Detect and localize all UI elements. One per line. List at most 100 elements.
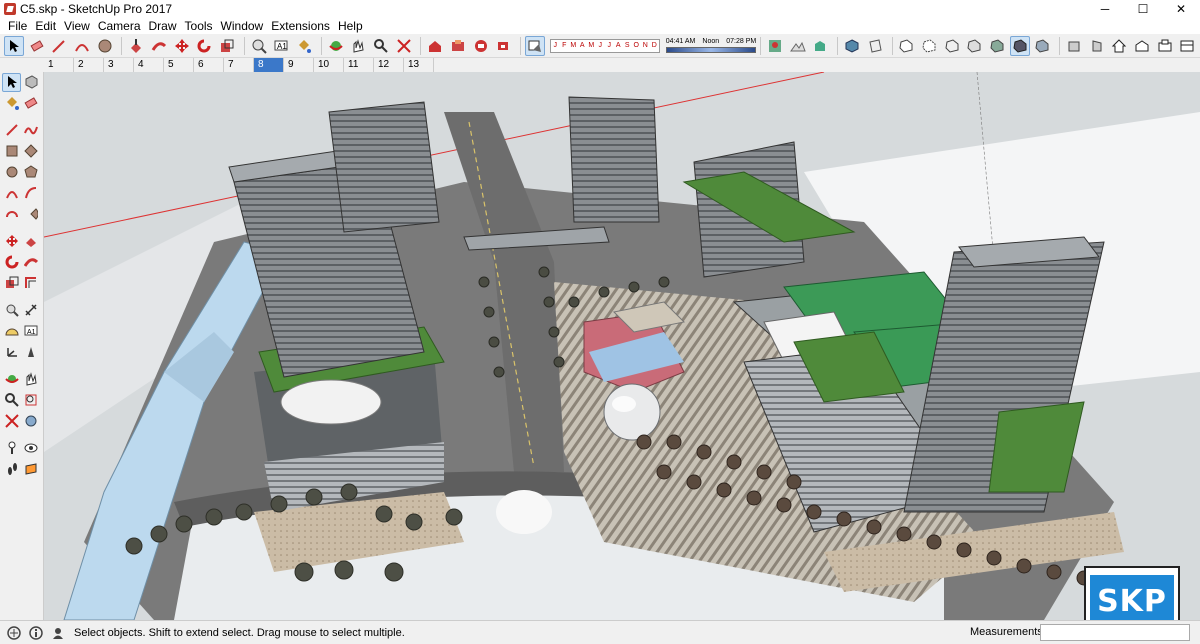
three-point-arc-tool-icon[interactable]	[2, 205, 21, 224]
pan-tool-icon[interactable]	[21, 370, 40, 389]
orbit-tool-icon[interactable]	[2, 370, 21, 389]
zoom-window-tool-icon[interactable]	[21, 391, 40, 410]
follow-me-tool-icon[interactable]	[149, 36, 169, 56]
menu-draw[interactable]: Draw	[145, 18, 181, 34]
menu-window[interactable]: Window	[217, 18, 268, 34]
select-tool-icon[interactable]	[4, 35, 24, 56]
maximize-button[interactable]: ☐	[1124, 0, 1162, 18]
tape-measure-tool-icon[interactable]	[2, 301, 21, 320]
iso-view-icon[interactable]	[842, 36, 862, 56]
scene-tab-7[interactable]: 7	[224, 58, 254, 72]
follow-me-tool-icon[interactable]	[21, 253, 40, 272]
previous-view-icon[interactable]	[21, 412, 40, 431]
rotate-tool-icon[interactable]	[194, 36, 214, 56]
select-tool-icon[interactable]	[2, 72, 21, 92]
pan-tool-icon[interactable]	[348, 36, 368, 56]
xray-style-icon[interactable]	[897, 36, 917, 56]
extension-warehouse-icon[interactable]	[471, 36, 491, 56]
orbit-tool-icon[interactable]	[326, 36, 346, 56]
position-camera-icon[interactable]	[2, 439, 21, 458]
top-view-icon[interactable]	[865, 36, 885, 56]
toggle-terrain-icon[interactable]	[788, 36, 808, 56]
extension-manager-icon[interactable]	[493, 36, 513, 56]
front-view-icon[interactable]	[1064, 36, 1084, 56]
share-model-icon[interactable]	[448, 36, 468, 56]
model-viewport[interactable]	[44, 72, 1200, 620]
bottom-view-icon[interactable]	[1178, 36, 1198, 56]
zoom-extents-tool-icon[interactable]	[2, 412, 21, 431]
dimension-tool-icon[interactable]	[21, 301, 40, 320]
hidden-line-style-icon[interactable]	[965, 36, 985, 56]
scale-tool-icon[interactable]	[217, 36, 237, 56]
minimize-button[interactable]: ─	[1086, 0, 1124, 18]
left-view-icon[interactable]	[1155, 36, 1175, 56]
circle-tool-icon[interactable]	[2, 163, 21, 182]
paint-bucket-tool-icon[interactable]	[294, 36, 314, 56]
menu-camera[interactable]: Camera	[94, 18, 145, 34]
walk-tool-icon[interactable]	[2, 460, 21, 479]
eraser-tool-icon[interactable]	[27, 36, 47, 56]
scene-tab-9[interactable]: 9	[284, 58, 314, 72]
protractor-tool-icon[interactable]	[2, 322, 21, 341]
zoom-tool-icon[interactable]	[371, 36, 391, 56]
offset-tool-icon[interactable]	[21, 274, 40, 293]
measurements-input[interactable]	[1040, 624, 1190, 641]
scene-tab-13[interactable]: 13	[404, 58, 434, 72]
menu-extensions[interactable]: Extensions	[267, 18, 334, 34]
shape-tool-icon[interactable]	[95, 36, 115, 56]
scene-tab-6[interactable]: 6	[194, 58, 224, 72]
add-location-icon[interactable]	[765, 36, 785, 56]
arc-tool-icon[interactable]	[2, 184, 21, 203]
back-view-icon[interactable]	[1132, 36, 1152, 56]
text-tool-icon[interactable]: A1	[21, 322, 40, 341]
geo-location-icon[interactable]	[6, 625, 22, 641]
text-tool-icon[interactable]: A1	[271, 36, 291, 56]
right-view-icon[interactable]	[1087, 36, 1107, 56]
axes-tool-icon[interactable]	[2, 343, 21, 362]
paint-bucket-tool-icon[interactable]	[2, 94, 21, 113]
menu-help[interactable]: Help	[334, 18, 367, 34]
scene-tab-1[interactable]: 1	[44, 58, 74, 72]
shadow-time-slider[interactable]: 04:41 AM Noon 07:28 PM	[665, 37, 757, 55]
shadows-toggle-icon[interactable]	[525, 35, 545, 56]
shaded-style-icon[interactable]	[987, 36, 1007, 56]
freehand-tool-icon[interactable]	[21, 121, 40, 140]
shadow-month-slider[interactable]: J F M A M J J A S O N D	[549, 38, 660, 53]
push-pull-tool-icon[interactable]	[21, 232, 40, 251]
menu-edit[interactable]: Edit	[31, 18, 60, 34]
menu-file[interactable]: File	[4, 18, 31, 34]
line-tool-icon[interactable]	[49, 36, 69, 56]
credits-info-icon[interactable]	[28, 625, 44, 641]
scene-tab-3[interactable]: 3	[104, 58, 134, 72]
home-view-icon[interactable]	[1110, 36, 1130, 56]
scene-tab-10[interactable]: 10	[314, 58, 344, 72]
arc-tool-icon[interactable]	[72, 36, 92, 56]
scene-tab-12[interactable]: 12	[374, 58, 404, 72]
move-tool-icon[interactable]	[2, 232, 21, 251]
eraser-tool-icon[interactable]	[21, 94, 40, 113]
warehouse-icon[interactable]	[425, 36, 445, 56]
close-button[interactable]: ✕	[1162, 0, 1200, 18]
scale-tool-icon[interactable]	[2, 274, 21, 293]
3d-text-tool-icon[interactable]	[21, 343, 40, 362]
user-account-icon[interactable]	[50, 625, 66, 641]
scene-tab-5[interactable]: 5	[164, 58, 194, 72]
zoom-tool-icon[interactable]	[2, 391, 21, 410]
scene-tab-8[interactable]: 8	[254, 58, 284, 72]
back-edges-style-icon[interactable]	[919, 36, 939, 56]
polygon-tool-icon[interactable]	[21, 163, 40, 182]
shaded-textures-style-icon[interactable]	[1009, 35, 1030, 56]
scene-tab-4[interactable]: 4	[134, 58, 164, 72]
look-around-icon[interactable]	[21, 439, 40, 458]
two-point-arc-tool-icon[interactable]	[21, 184, 40, 203]
zoom-extents-tool-icon[interactable]	[394, 36, 414, 56]
make-component-icon[interactable]	[21, 73, 40, 92]
monochrome-style-icon[interactable]	[1033, 36, 1053, 56]
scene-tab-2[interactable]: 2	[74, 58, 104, 72]
rectangle-tool-icon[interactable]	[2, 142, 21, 161]
photo-texture-icon[interactable]	[811, 36, 831, 56]
rotated-rectangle-tool-icon[interactable]	[21, 142, 40, 161]
section-plane-icon[interactable]	[21, 460, 40, 479]
menu-view[interactable]: View	[60, 18, 94, 34]
menu-tools[interactable]: Tools	[181, 18, 217, 34]
